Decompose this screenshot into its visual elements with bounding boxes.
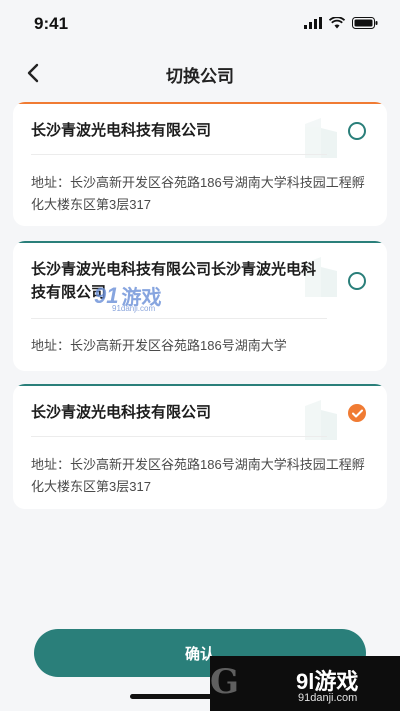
card-divider xyxy=(31,318,327,319)
company-address: 地址：长沙高新开发区谷苑路186号湖南大学 xyxy=(31,338,287,353)
watermark-corner: G 9l游戏 91danji.com xyxy=(210,656,400,711)
radio-selected[interactable] xyxy=(348,404,366,422)
card-divider xyxy=(31,436,327,437)
page-title: 切换公司 xyxy=(166,67,234,86)
company-card[interactable]: 长沙青波光电科技有限公司长沙青波光电科技有限公司 地址：长沙高新开发区谷苑路18… xyxy=(13,241,387,371)
nav-bar: 切换公司 xyxy=(0,48,400,96)
status-icons xyxy=(304,17,378,29)
company-card[interactable]: 长沙青波光电科技有限公司 地址：长沙高新开发区谷苑路186号湖南大学科技园工程孵… xyxy=(13,102,387,226)
company-name: 长沙青波光电科技有限公司长沙青波光电科技有限公司 xyxy=(31,261,317,301)
company-address: 地址：长沙高新开发区谷苑路186号湖南大学科技园工程孵化大楼东区第3层317 xyxy=(31,175,365,212)
watermark-corner-logo: G xyxy=(210,662,240,702)
battery-icon xyxy=(352,17,378,29)
company-card-selected[interactable]: 长沙青波光电科技有限公司 地址：长沙高新开发区谷苑路186号湖南大学科技园工程孵… xyxy=(13,384,387,509)
watermark-url: 91danji.com xyxy=(112,304,156,313)
card-divider xyxy=(31,154,327,155)
company-name: 长沙青波光电科技有限公司 xyxy=(31,122,212,139)
cellular-signal-icon xyxy=(304,17,322,29)
status-time: 9:41 xyxy=(34,14,69,33)
company-name: 长沙青波光电科技有限公司 xyxy=(31,404,212,421)
company-address: 地址：长沙高新开发区谷苑路186号湖南大学科技园工程孵化大楼东区第3层317 xyxy=(31,457,365,494)
status-bar: 9:41 xyxy=(0,0,400,48)
watermark-corner-url: 91danji.com xyxy=(298,692,358,704)
wifi-icon xyxy=(329,17,345,29)
radio-unselected[interactable] xyxy=(348,272,366,290)
radio-unselected[interactable] xyxy=(348,122,366,140)
check-icon xyxy=(351,409,363,417)
